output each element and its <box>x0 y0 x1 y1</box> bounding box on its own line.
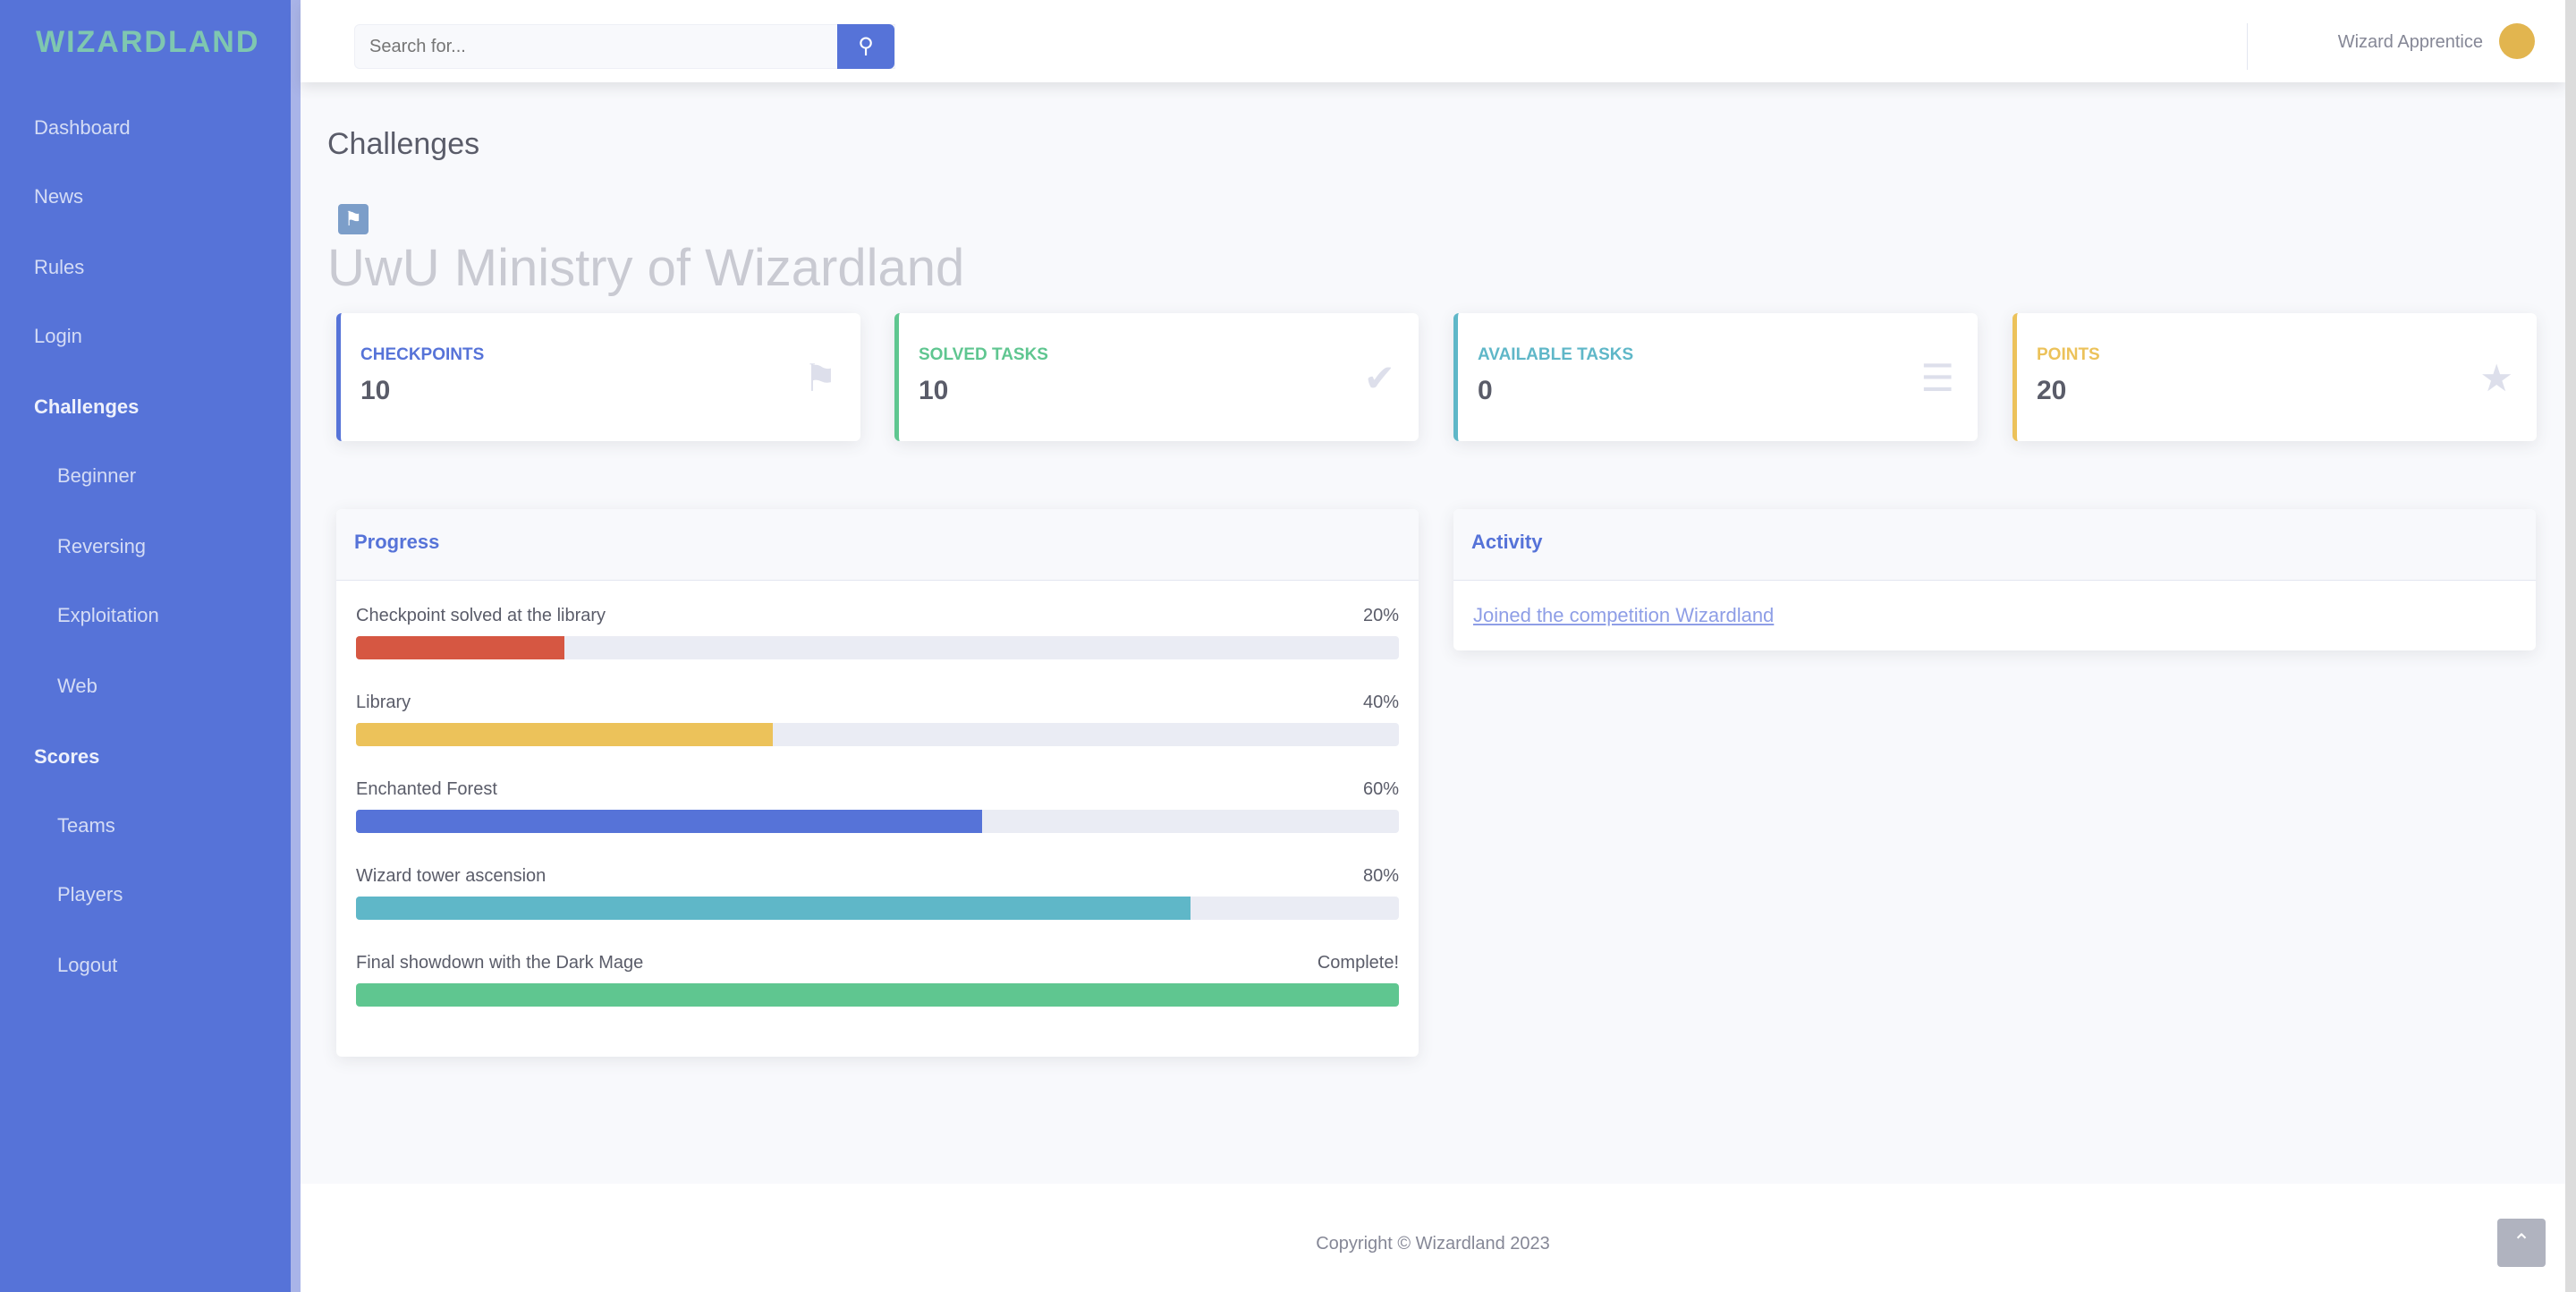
progress-fill <box>356 810 982 833</box>
user-name[interactable]: Wizard Apprentice <box>2338 32 2483 53</box>
flag-icon: ⚑ <box>803 357 837 399</box>
copyright-text: Copyright © Wizardland 2023 <box>1316 1234 1550 1254</box>
progress-row: Wizard tower ascension 80% <box>336 850 1419 937</box>
progress-label: Final showdown with the Dark Mage <box>356 953 644 973</box>
scrollbar[interactable] <box>2565 0 2576 1292</box>
progress-bar <box>356 897 1399 920</box>
avatar[interactable] <box>2499 23 2535 59</box>
stat-label: Available tasks <box>1478 345 1634 364</box>
progress-value: 60% <box>1362 779 1399 799</box>
progress-label: Checkpoint solved at the library <box>356 606 606 625</box>
progress-fill <box>356 897 1191 920</box>
sidebar-item-news[interactable]: News <box>34 185 83 208</box>
progress-value: Complete! <box>1317 953 1399 973</box>
flag-icon: ⚑ <box>338 204 369 234</box>
sidebar-item-challenges[interactable]: Challenges <box>34 395 139 419</box>
sidebar-edge <box>291 0 301 1292</box>
sidebar-item-login[interactable]: Login <box>34 325 82 348</box>
topbar-divider <box>2247 23 2248 70</box>
scroll-to-top-button[interactable]: ⌃ <box>2497 1219 2546 1267</box>
progress-card-title: Progress <box>336 509 1419 581</box>
progress-bar <box>356 983 1399 1007</box>
stat-label: Solved tasks <box>919 345 1048 364</box>
footer: Copyright © Wizardland 2023 <box>301 1184 2565 1292</box>
sidebar-item-web[interactable]: Web <box>57 675 97 698</box>
activity-card-title: Activity <box>1453 509 2536 581</box>
progress-bar <box>356 723 1399 746</box>
sidebar-item-beginner[interactable]: Beginner <box>57 464 136 488</box>
search-button[interactable]: ⚲ <box>837 24 894 69</box>
progress-fill <box>356 636 565 659</box>
stat-card: Solved tasks 10 ✔ <box>894 313 1419 441</box>
stat-value: 0 <box>1478 376 1493 405</box>
stat-label: Checkpoints <box>360 345 485 364</box>
stat-value: 10 <box>360 376 391 405</box>
sidebar-item-exploitation[interactable]: Exploitation <box>57 604 159 627</box>
stat-value: 20 <box>2037 376 2067 405</box>
chevron-up-icon: ⌃ <box>2512 1230 2531 1254</box>
progress-value: 40% <box>1362 693 1399 712</box>
list-icon: ☰ <box>1920 357 1954 399</box>
progress-row: Library 40% <box>336 676 1419 763</box>
progress-fill <box>356 723 774 746</box>
stat-label: Points <box>2037 345 2100 364</box>
stat-value: 10 <box>919 376 949 405</box>
check-icon: ✔ <box>1363 357 1395 399</box>
progress-label: Library <box>356 693 411 712</box>
sidebar: WIZARDLAND Dashboard News Rules Login Challe… <box>0 0 291 1292</box>
search-input[interactable] <box>354 24 895 69</box>
page-heading: Challenges <box>327 127 480 161</box>
stat-card: Available tasks 0 ☰ <box>1453 313 1978 441</box>
progress-label: Wizard tower ascension <box>356 866 547 886</box>
sidebar-item-logout[interactable]: Logout <box>57 954 117 977</box>
stat-card: Points 20 ★ <box>2012 313 2537 441</box>
sidebar-item-dashboard[interactable]: Dashboard <box>34 116 131 140</box>
brand-logo[interactable]: WIZARDLAND <box>36 25 259 60</box>
page-title: UwU Ministry of Wizardland <box>327 239 965 297</box>
sidebar-item-teams[interactable]: Teams <box>57 814 115 837</box>
progress-value: 20% <box>1362 606 1399 625</box>
progress-bar <box>356 636 1399 659</box>
activity-link[interactable]: Joined the competition Wizardland <box>1453 581 2536 650</box>
progress-label: Enchanted Forest <box>356 779 497 799</box>
sidebar-item-players[interactable]: Players <box>57 883 123 906</box>
sidebar-item-scores[interactable]: Scores <box>34 745 99 769</box>
progress-row: Checkpoint solved at the library 20% <box>336 590 1419 676</box>
progress-value: 80% <box>1362 866 1399 886</box>
progress-fill <box>356 983 1399 1007</box>
stat-card: Checkpoints 10 ⚑ <box>336 313 860 441</box>
star-icon: ★ <box>2479 357 2513 399</box>
progress-bar <box>356 810 1399 833</box>
progress-row: Enchanted Forest 60% <box>336 763 1419 850</box>
sidebar-item-reversing[interactable]: Reversing <box>57 535 146 558</box>
search-icon: ⚲ <box>858 34 874 58</box>
activity-card: Activity Joined the competition Wizardla… <box>1453 509 2536 650</box>
progress-card: Progress Checkpoint solved at the librar… <box>336 509 1419 1057</box>
sidebar-item-rules[interactable]: Rules <box>34 256 84 279</box>
progress-row: Final showdown with the Dark Mage Complet… <box>336 937 1419 1024</box>
topbar: ⚲ Wizard Apprentice <box>301 0 2565 82</box>
